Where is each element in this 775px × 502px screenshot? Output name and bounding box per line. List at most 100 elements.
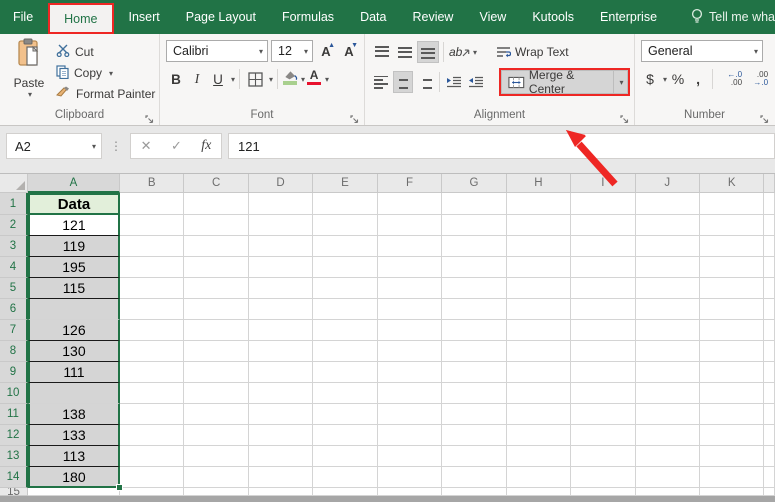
cell-D5[interactable]: [249, 278, 313, 299]
cell-H3[interactable]: [507, 236, 571, 257]
font-name-combo[interactable]: Calibri ▾: [166, 40, 268, 62]
cell-J1[interactable]: [636, 193, 700, 215]
cell-K14[interactable]: [700, 467, 764, 488]
cell-F5[interactable]: [378, 278, 442, 299]
cell-K11[interactable]: [700, 404, 764, 425]
alignment-dialog-launcher[interactable]: [620, 111, 630, 121]
cell-D6[interactable]: [249, 299, 313, 320]
decrease-indent-button[interactable]: [444, 71, 465, 93]
copy-button[interactable]: Copy ▾: [56, 63, 155, 83]
cell-G3[interactable]: [442, 236, 506, 257]
cell-D1[interactable]: [249, 193, 313, 215]
cell-A6[interactable]: [28, 299, 120, 320]
row-header-14[interactable]: 14: [0, 467, 28, 488]
underline-button[interactable]: U: [208, 68, 228, 90]
align-right-button[interactable]: [414, 71, 435, 93]
clipboard-dialog-launcher[interactable]: [145, 111, 155, 121]
cell-K10[interactable]: [700, 383, 764, 404]
fill-color-dropdown-arrow[interactable]: ▾: [301, 75, 305, 84]
cell-H4[interactable]: [507, 257, 571, 278]
percent-style-button[interactable]: %: [669, 68, 687, 90]
cell-A9[interactable]: 111: [28, 362, 120, 383]
cell-G8[interactable]: [442, 341, 506, 362]
number-format-combo[interactable]: General ▾: [641, 40, 763, 62]
cell-F12[interactable]: [378, 425, 442, 446]
cell-E13[interactable]: [313, 446, 377, 467]
column-header-K[interactable]: K: [700, 174, 764, 193]
cell-K13[interactable]: [700, 446, 764, 467]
cell-G4[interactable]: [442, 257, 506, 278]
enter-button[interactable]: ✓: [171, 138, 182, 154]
borders-dropdown-arrow[interactable]: ▾: [269, 75, 273, 84]
cell-I9[interactable]: [571, 362, 635, 383]
align-center-button[interactable]: [393, 71, 414, 93]
cell-I10[interactable]: [571, 383, 635, 404]
cell-E14[interactable]: [313, 467, 377, 488]
borders-button[interactable]: [244, 68, 266, 90]
cell-G13[interactable]: [442, 446, 506, 467]
cell-D12[interactable]: [249, 425, 313, 446]
cell-I1[interactable]: [571, 193, 635, 215]
cell-J12[interactable]: [636, 425, 700, 446]
insert-function-button[interactable]: fx: [201, 138, 211, 154]
cell-C15[interactable]: [184, 488, 248, 496]
cell-D14[interactable]: [249, 467, 313, 488]
cell-B10[interactable]: [120, 383, 184, 404]
row-header-6[interactable]: 6: [0, 299, 28, 320]
row-header-1[interactable]: 1: [0, 193, 28, 215]
cell-C13[interactable]: [184, 446, 248, 467]
cell-K4[interactable]: [700, 257, 764, 278]
cell-I13[interactable]: [571, 446, 635, 467]
column-header-F[interactable]: F: [378, 174, 442, 193]
cell-K6[interactable]: [700, 299, 764, 320]
cell-I12[interactable]: [571, 425, 635, 446]
decrease-decimal-button[interactable]: .00 →.0: [744, 68, 768, 90]
cell-D13[interactable]: [249, 446, 313, 467]
cell-H10[interactable]: [507, 383, 571, 404]
cell-J5[interactable]: [636, 278, 700, 299]
cell-G1[interactable]: [442, 193, 506, 215]
merge-center-button[interactable]: Merge & Center: [501, 70, 613, 94]
fill-color-button[interactable]: [282, 69, 298, 89]
cell-F3[interactable]: [378, 236, 442, 257]
column-header-G[interactable]: G: [442, 174, 506, 193]
cell-E5[interactable]: [313, 278, 377, 299]
cell-G9[interactable]: [442, 362, 506, 383]
cell-B5[interactable]: [120, 278, 184, 299]
tab-review[interactable]: Review: [399, 0, 466, 34]
tab-data[interactable]: Data: [347, 0, 399, 34]
cell-J4[interactable]: [636, 257, 700, 278]
cell-E3[interactable]: [313, 236, 377, 257]
cell-I14[interactable]: [571, 467, 635, 488]
cell-B8[interactable]: [120, 341, 184, 362]
cell-F9[interactable]: [378, 362, 442, 383]
tab-home[interactable]: Home: [48, 3, 113, 34]
row-header-5[interactable]: 5: [0, 278, 28, 299]
column-header-C[interactable]: C: [184, 174, 248, 193]
increase-decimal-button[interactable]: ←.0 .00: [718, 68, 742, 90]
cell-C9[interactable]: [184, 362, 248, 383]
cell-C4[interactable]: [184, 257, 248, 278]
cell-B12[interactable]: [120, 425, 184, 446]
cell-C5[interactable]: [184, 278, 248, 299]
cell-F15[interactable]: [378, 488, 442, 496]
cell-G14[interactable]: [442, 467, 506, 488]
cell-D7[interactable]: [249, 320, 313, 341]
font-color-dropdown-arrow[interactable]: ▾: [325, 75, 329, 84]
cut-button[interactable]: Cut: [56, 42, 155, 62]
cell-D8[interactable]: [249, 341, 313, 362]
copy-dropdown-arrow[interactable]: ▾: [109, 69, 113, 78]
cell-K8[interactable]: [700, 341, 764, 362]
cell-H7[interactable]: [507, 320, 571, 341]
cell-I7[interactable]: [571, 320, 635, 341]
align-bottom-button[interactable]: [417, 41, 439, 63]
cell-B2[interactable]: [120, 215, 184, 236]
column-header-A[interactable]: A: [28, 174, 120, 193]
cell-K12[interactable]: [700, 425, 764, 446]
cell-C14[interactable]: [184, 467, 248, 488]
cell-D10[interactable]: [249, 383, 313, 404]
column-header-I[interactable]: I: [571, 174, 635, 193]
cell-C10[interactable]: [184, 383, 248, 404]
cell-F2[interactable]: [378, 215, 442, 236]
cell-J7[interactable]: [636, 320, 700, 341]
